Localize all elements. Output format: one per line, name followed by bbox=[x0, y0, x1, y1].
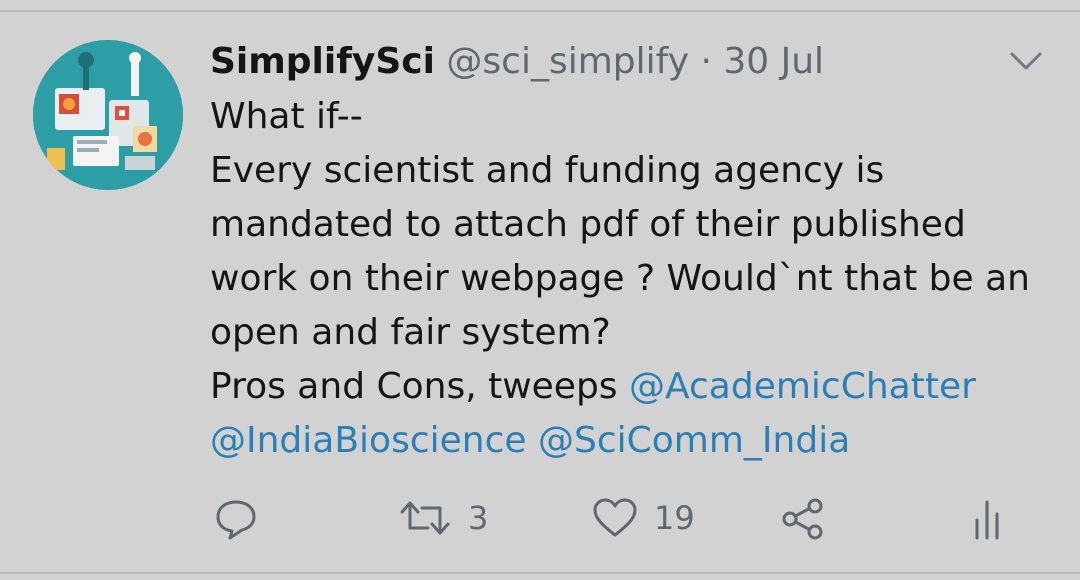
analytics-button[interactable] bbox=[970, 498, 1004, 540]
tweet-text-line: @IndiaBioscience @SciComm_India bbox=[210, 414, 1050, 468]
avatar[interactable] bbox=[33, 40, 183, 190]
tweet-text: What if-- Every scientist and funding ag… bbox=[210, 90, 1050, 468]
tweet-actions: 3 19 bbox=[0, 490, 1080, 550]
heart-icon bbox=[593, 498, 637, 537]
mention-link-scicomm-india[interactable]: @SciComm_India bbox=[538, 420, 850, 461]
tweet-text-prefix: Pros and Cons, tweeps bbox=[210, 366, 630, 407]
retweet-count: 3 bbox=[468, 499, 489, 537]
tweet-header: SimplifySci @sci_simplify · 30 Jul bbox=[210, 37, 824, 87]
header-separator: · bbox=[700, 41, 712, 82]
bottom-divider bbox=[0, 572, 1080, 574]
tweet-text-line: open and fair system? bbox=[210, 312, 611, 353]
mention-separator bbox=[527, 420, 538, 461]
tweet-text-line: work on their webpage ? Would`nt that be… bbox=[210, 258, 1030, 299]
mention-link-academicchatter[interactable]: @AcademicChatter bbox=[629, 366, 976, 407]
chevron-down-icon[interactable] bbox=[1006, 46, 1046, 76]
display-name[interactable]: SimplifySci bbox=[210, 41, 435, 82]
retweet-button[interactable]: 3 bbox=[398, 498, 488, 538]
like-button[interactable]: 19 bbox=[592, 498, 695, 538]
like-count: 19 bbox=[654, 499, 695, 537]
tweet-date[interactable]: 30 Jul bbox=[723, 41, 824, 82]
share-button[interactable] bbox=[780, 498, 826, 540]
retweet-icon bbox=[400, 501, 450, 535]
tweet-text-line: Pros and Cons, tweeps @AcademicChatter bbox=[210, 360, 1050, 414]
tweet-text-line: What if-- bbox=[210, 96, 363, 137]
tweet-text-line: Every scientist and funding agency is bbox=[210, 150, 885, 191]
share-icon bbox=[782, 498, 823, 540]
user-handle[interactable]: @sci_simplify bbox=[446, 41, 689, 82]
reply-button[interactable] bbox=[214, 498, 258, 540]
top-divider bbox=[0, 10, 1080, 12]
mention-link-indiabioscience[interactable]: @IndiaBioscience bbox=[210, 420, 527, 461]
tweet-text-line: mandated to attach pdf of their publishe… bbox=[210, 204, 966, 245]
reply-icon bbox=[216, 500, 256, 540]
analytics-icon bbox=[975, 500, 999, 540]
avatar-illustration-icon bbox=[33, 40, 183, 190]
